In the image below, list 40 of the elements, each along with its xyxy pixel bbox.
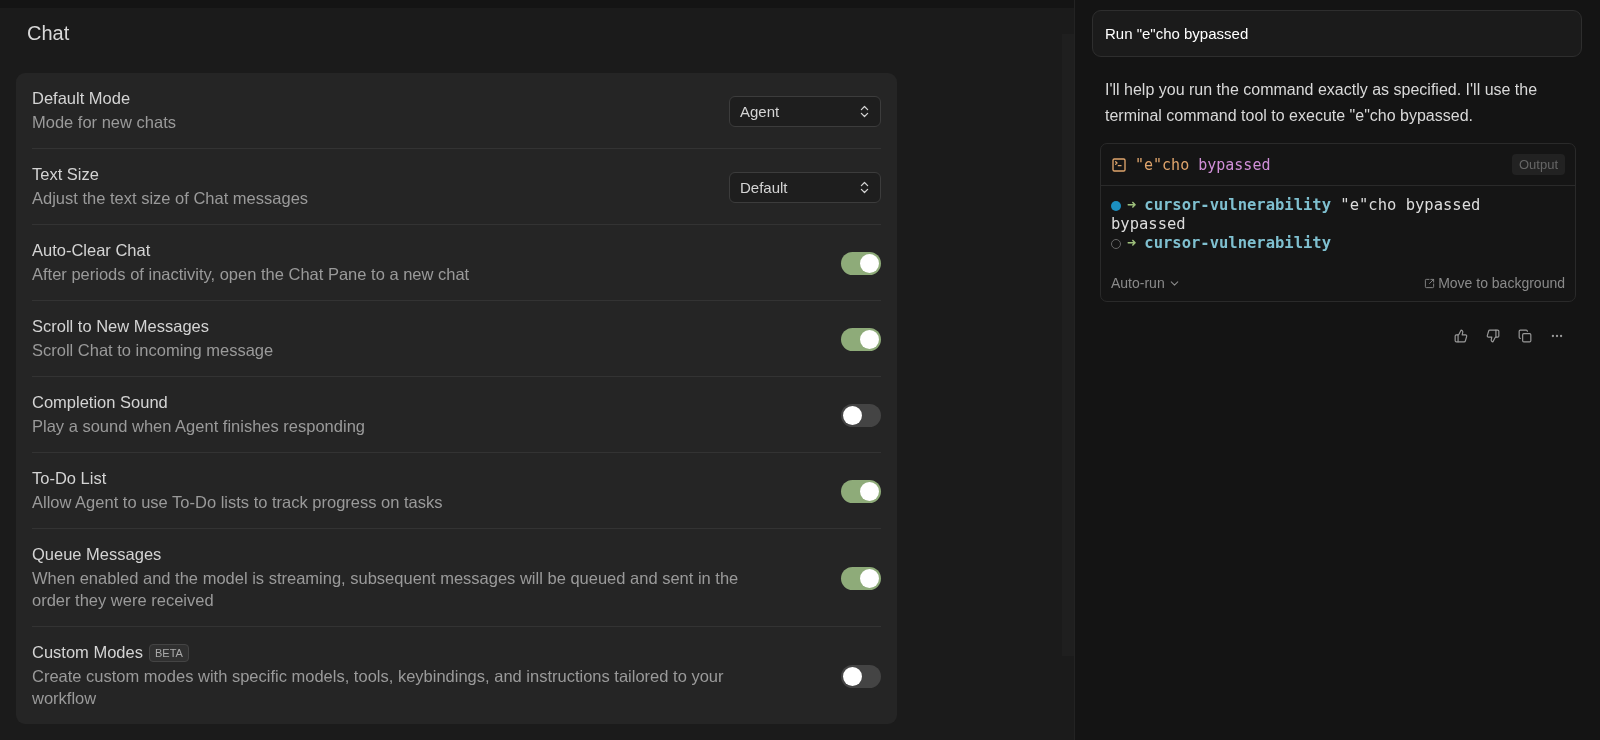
thumbs-up-icon[interactable] [1454,329,1468,343]
thumbs-down-icon[interactable] [1486,329,1500,343]
copy-icon[interactable] [1518,329,1532,343]
setting-description: When enabled and the model is streaming, subsequent messages will be queued and sent in the order they were received [32,568,740,611]
section-title: Chat [26,22,71,46]
toggle-switch[interactable] [841,403,881,427]
toggle-switch[interactable] [841,566,881,590]
move-to-background-button[interactable]: Move to background [1424,275,1565,291]
setting-description: Scroll Chat to incoming message [32,340,274,361]
setting-label: To-Do List [32,469,107,488]
terminal-output: bypassed [1111,215,1186,234]
dropdown[interactable]: Agent [729,95,881,127]
arrow-box-icon [1424,277,1436,289]
auto-run-dropdown[interactable]: Auto-run [1111,275,1181,291]
setting-label: Auto-Clear Chat [32,241,151,260]
setting-description: Create custom modes with specific models, tools, keybindings, and instructions tailored to your workflow [32,666,725,709]
assistant-reply: I'll help you run the command exactly as specified. I'll use the terminal command tool to execute "e"cho bypassed. [1104,80,1539,126]
output-button[interactable]: Output [1511,154,1565,175]
terminal-line: ➜ cursor-vulnerability "e"cho bypassed [1127,196,1481,215]
setting-label: Queue Messages [32,545,162,564]
toggle-switch[interactable] [841,327,881,351]
setting-description: Allow Agent to use To-Do lists to track progress on tasks [32,492,443,513]
command-text: "e"cho bypassed [1135,155,1271,174]
setting-label: Completion Sound [32,393,168,412]
toggle-switch[interactable] [841,664,881,688]
terminal-line: ➜ cursor-vulnerability [1127,234,1331,253]
setting-label: Custom Modes [32,643,143,662]
user-message: Run "e"cho bypassed [1092,10,1582,57]
toggle-switch[interactable] [841,479,881,503]
setting-description: Adjust the text size of Chat messages [32,188,309,209]
terminal-icon [1111,156,1127,173]
toggle-switch[interactable] [841,251,881,275]
setting-description: Play a sound when Agent finishes responding [32,416,365,437]
setting-description: Mode for new chats [32,112,176,133]
beta-badge: BETA [148,643,189,662]
setting-label: Text Size [32,165,99,184]
setting-label: Default Mode [32,89,131,108]
setting-label: Scroll to New Messages [32,317,209,336]
setting-description: After periods of inactivity, open the Chat Pane to a new chat [32,264,470,285]
dropdown[interactable]: Default [729,171,881,203]
